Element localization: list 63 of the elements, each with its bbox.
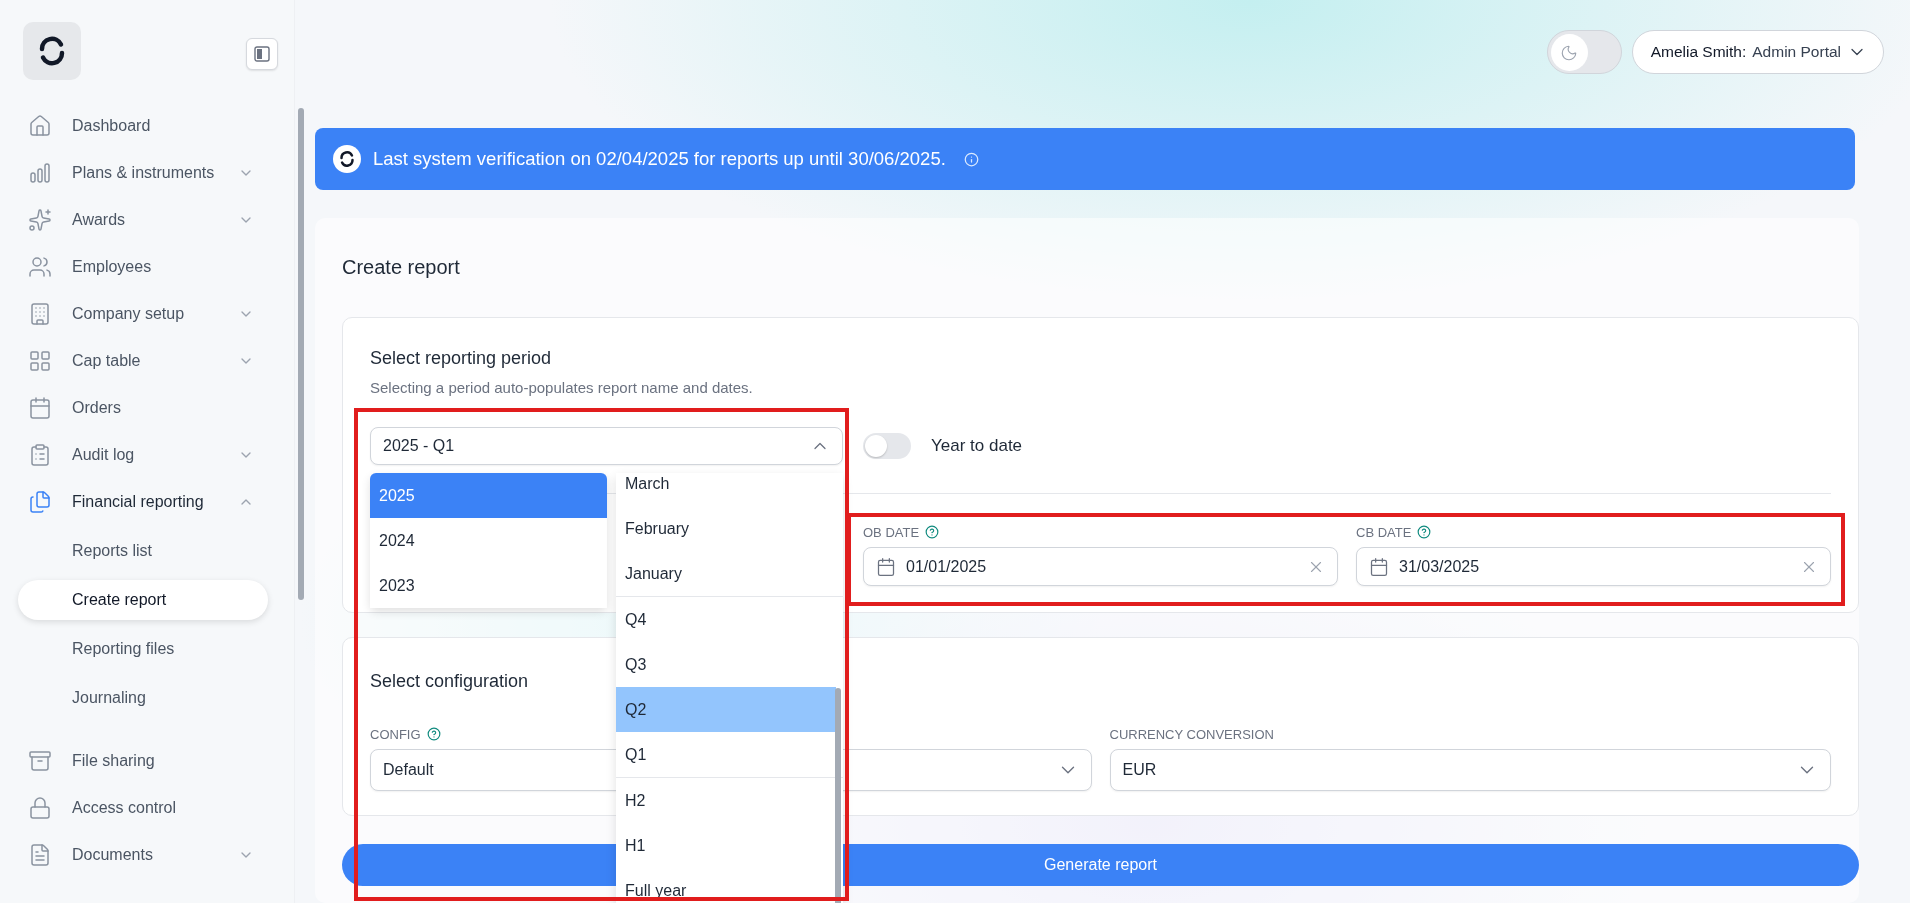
nav-item[interactable]: Cap table [18, 337, 268, 384]
dark-mode-toggle[interactable] [1546, 30, 1622, 74]
logo-icon [333, 145, 361, 173]
help-icon[interactable] [1417, 525, 1432, 539]
year-to-date-switch[interactable] [863, 433, 911, 459]
page-title: Create report [342, 256, 460, 279]
scrollbar[interactable] [298, 108, 304, 600]
nav-item[interactable]: Awards [18, 196, 268, 243]
people-icon [28, 254, 52, 279]
clipboard-icon [28, 442, 52, 467]
nav-item[interactable]: Dashboard [18, 102, 268, 149]
section-subtitle: Selecting a period auto-populates report name and dates. [370, 379, 753, 396]
date-field[interactable]: 31/03/2025 [1356, 547, 1831, 586]
home-icon [28, 113, 52, 138]
switch-label: Year to date [931, 436, 1023, 456]
section-title: Select configuration [370, 671, 529, 692]
nav-item[interactable]: Financial reporting [18, 478, 268, 525]
calendar-icon [28, 395, 52, 420]
field-label: OB DATE [863, 524, 920, 540]
year-option[interactable]: 2025 [370, 473, 607, 518]
select-field[interactable]: EUR [1109, 749, 1831, 791]
nav-item[interactable]: Documents [18, 831, 268, 878]
nav-item[interactable]: Plans & instruments [18, 149, 268, 196]
building-icon [28, 301, 52, 326]
bar-chart-icon [28, 160, 52, 185]
period-option[interactable]: Q2 [616, 687, 836, 732]
document-icon [28, 842, 52, 867]
nav-item[interactable]: Orders [18, 384, 268, 431]
period-option[interactable]: March [616, 473, 836, 506]
field-label: CB DATE [1356, 524, 1412, 540]
section-title: Select reporting period [370, 348, 552, 369]
lock-icon [28, 795, 52, 820]
period-select[interactable]: 2025 - Q1 [370, 427, 843, 465]
banner-text: Last system verification on 02/04/2025 for reports up until 30/06/2025. [373, 148, 946, 170]
sidebar-toggle-button[interactable] [246, 38, 278, 70]
year-option[interactable]: 2024 [370, 518, 607, 563]
panel-icon [254, 46, 270, 62]
moon-icon [1560, 43, 1579, 62]
nav-item[interactable]: Access control [18, 784, 268, 831]
info-icon[interactable] [963, 151, 979, 167]
sparkles-icon [28, 207, 52, 232]
nav-item[interactable]: Audit log [18, 431, 268, 478]
logo [23, 22, 81, 80]
help-icon[interactable] [426, 727, 441, 741]
scrollbar[interactable] [835, 688, 841, 903]
calendar-icon [876, 556, 896, 577]
user-menu-button[interactable]: Amelia Smith: Admin Portal [1631, 30, 1884, 74]
grid-icon [28, 348, 52, 373]
nav-subitem[interactable]: Reports list [18, 531, 268, 571]
date-field[interactable]: 01/01/2025 [863, 547, 1338, 586]
nav-subitem[interactable]: Reporting files [18, 629, 268, 669]
field-label: CONFIG [370, 726, 421, 742]
nav-item[interactable]: File sharing [18, 737, 268, 784]
field-label: CURRENCY CONVERSION [1109, 726, 1274, 742]
documents-icon [28, 489, 52, 514]
nav-item[interactable]: Employees [18, 243, 268, 290]
archive-box-icon [28, 748, 52, 773]
nav-subitem[interactable]: Create report [18, 580, 268, 620]
help-icon[interactable] [925, 525, 940, 539]
nav-subitem[interactable]: Journaling [18, 678, 268, 718]
year-option[interactable]: 2023 [370, 563, 607, 608]
calendar-icon [1369, 556, 1389, 577]
nav-item[interactable]: Company setup [18, 290, 268, 337]
